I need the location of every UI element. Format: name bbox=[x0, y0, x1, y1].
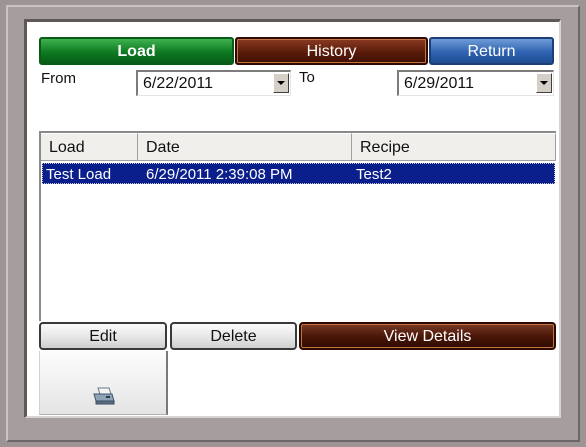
column-header-recipe[interactable]: Recipe bbox=[352, 133, 556, 161]
view-details-button[interactable]: View Details bbox=[299, 322, 556, 350]
row-date-cell: 6/29/2011 2:39:08 PM bbox=[146, 166, 293, 183]
tab-load[interactable]: Load bbox=[39, 37, 234, 65]
from-date-select[interactable]: 6/22/2011 bbox=[136, 70, 291, 96]
chevron-down-icon[interactable] bbox=[273, 73, 289, 93]
printer-icon bbox=[93, 387, 115, 405]
edit-button[interactable]: Edit bbox=[39, 322, 167, 350]
print-button[interactable] bbox=[39, 351, 168, 415]
tab-history[interactable]: History bbox=[235, 37, 428, 65]
to-date-select[interactable]: 6/29/2011 bbox=[397, 70, 554, 96]
row-recipe-cell: Test2 bbox=[356, 166, 392, 183]
column-header-date[interactable]: Date bbox=[138, 133, 352, 161]
chevron-down-icon[interactable] bbox=[536, 73, 552, 93]
from-label: From bbox=[41, 70, 76, 87]
load-history-list[interactable]: Load Date Recipe Test Load 6/29/2011 2:3… bbox=[39, 131, 556, 321]
from-date-value: 6/22/2011 bbox=[143, 75, 213, 92]
to-date-value: 6/29/2011 bbox=[404, 75, 474, 92]
to-label: To bbox=[299, 69, 315, 86]
return-button[interactable]: Return bbox=[429, 37, 554, 65]
row-load-cell: Test Load bbox=[46, 166, 112, 183]
delete-button[interactable]: Delete bbox=[170, 322, 297, 350]
column-header-load[interactable]: Load bbox=[41, 133, 138, 161]
table-row[interactable]: Test Load 6/29/2011 2:39:08 PM Test2 bbox=[42, 163, 555, 184]
